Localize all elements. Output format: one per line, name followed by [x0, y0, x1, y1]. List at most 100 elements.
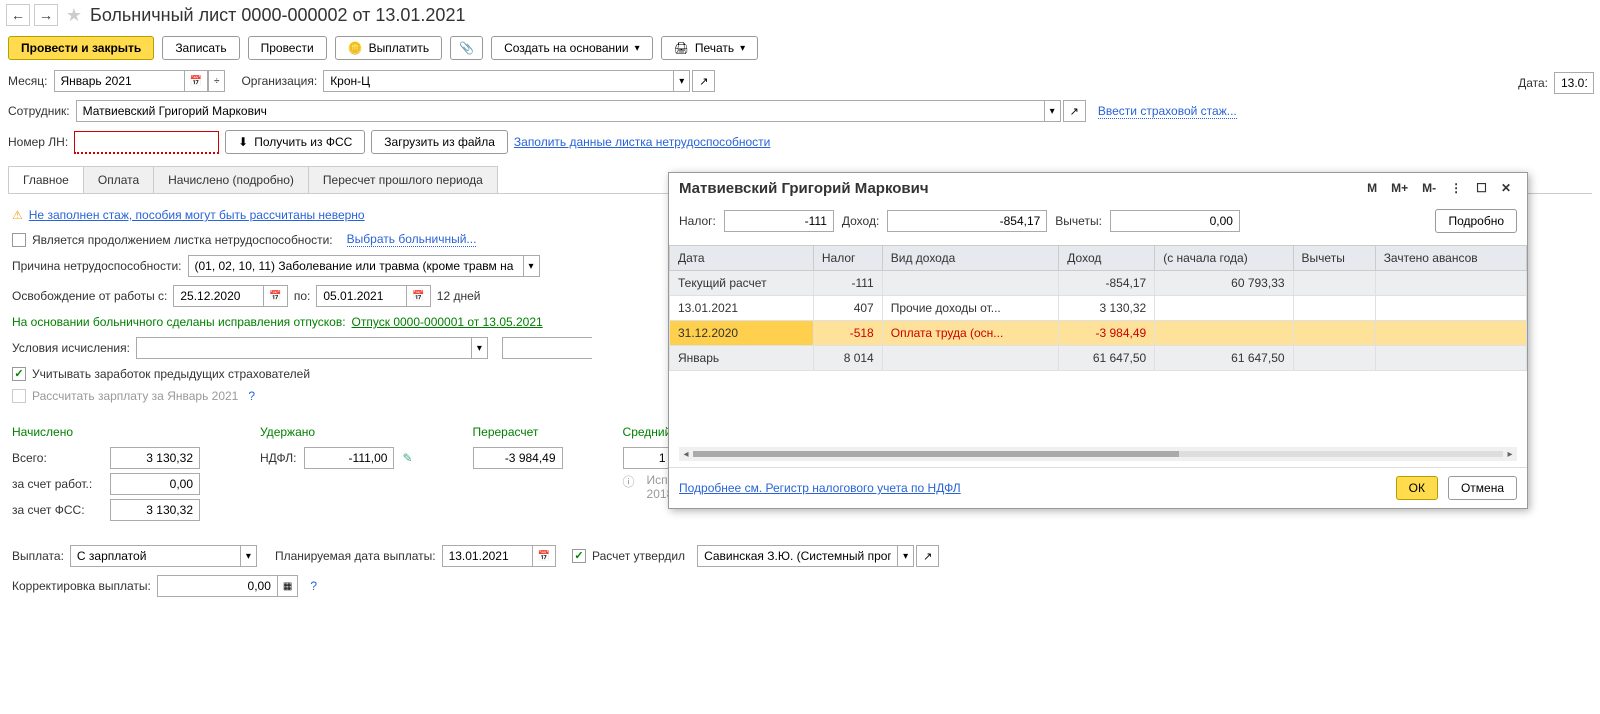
- approved-input[interactable]: [697, 545, 897, 567]
- payment-input[interactable]: [70, 545, 240, 567]
- org-open-button[interactable]: ↗: [692, 70, 715, 92]
- payment-dropdown[interactable]: ▾: [240, 545, 257, 567]
- paperclip-icon: 📎: [459, 41, 474, 55]
- table-row[interactable]: 31.12.2020-518Оплата труда (осн...-3 984…: [670, 321, 1527, 346]
- fss-value[interactable]: [110, 499, 200, 521]
- post-button[interactable]: Провести: [248, 36, 327, 60]
- calc-cond-input[interactable]: [136, 337, 471, 359]
- download-icon: ⬇: [238, 135, 248, 149]
- release-to-calendar[interactable]: 📅: [406, 285, 430, 307]
- back-button[interactable]: ←: [6, 4, 30, 26]
- tab-payment[interactable]: Оплата: [83, 166, 154, 193]
- save-button[interactable]: Записать: [162, 36, 239, 60]
- withheld-header: Удержано: [260, 425, 413, 439]
- ln-input[interactable]: [74, 131, 219, 154]
- approved-checkbox[interactable]: [572, 549, 586, 563]
- popup-register-link[interactable]: Подробнее см. Регистр налогового учета п…: [679, 481, 961, 495]
- month-calendar-button[interactable]: 📅: [184, 70, 208, 92]
- popup-col-header[interactable]: Вычеты: [1293, 246, 1375, 271]
- choose-sick-link[interactable]: Выбрать больничный...: [347, 232, 477, 247]
- employee-dropdown[interactable]: ▾: [1044, 100, 1061, 122]
- month-stepper[interactable]: ÷: [208, 70, 226, 92]
- popup-h-scrollbar[interactable]: ◂▸: [679, 447, 1517, 461]
- close-icon[interactable]: ✕: [1495, 179, 1517, 197]
- calc-cond-dropdown[interactable]: ▾: [471, 337, 488, 359]
- recalc-salary-label: Рассчитать зарплату за Январь 2021: [32, 389, 238, 403]
- popup-col-header[interactable]: Дата: [670, 246, 814, 271]
- basis-link[interactable]: Отпуск 0000-000001 от 13.05.2021: [352, 315, 543, 329]
- post-close-button[interactable]: Провести и закрыть: [8, 36, 154, 60]
- cell: -111: [813, 271, 882, 296]
- help-icon[interactable]: ?: [248, 389, 255, 403]
- release-to-input[interactable]: [316, 285, 406, 307]
- release-from-input[interactable]: [173, 285, 263, 307]
- fill-data-link[interactable]: Заполить данные листка нетрудоспособност…: [514, 135, 770, 149]
- memory-m-button[interactable]: M: [1361, 179, 1383, 197]
- popup-income-input[interactable]: [887, 210, 1047, 232]
- cell: [1293, 321, 1375, 346]
- favorite-icon[interactable]: ★: [62, 5, 86, 26]
- popup-tax-input[interactable]: [724, 210, 834, 232]
- info-icon: ⓘ: [623, 473, 635, 490]
- planned-date-calendar[interactable]: 📅: [532, 545, 556, 567]
- correction-help-icon[interactable]: ?: [310, 579, 317, 593]
- attach-button[interactable]: 📎: [450, 36, 483, 60]
- pay-button[interactable]: 🪙Выплатить: [335, 36, 442, 60]
- popup-col-header[interactable]: (с начала года): [1155, 246, 1293, 271]
- employer-value[interactable]: [110, 473, 200, 495]
- continuation-checkbox[interactable]: [12, 233, 26, 247]
- release-to-label: по:: [294, 289, 311, 303]
- popup-col-header[interactable]: Вид дохода: [882, 246, 1059, 271]
- popup-col-header[interactable]: Налог: [813, 246, 882, 271]
- correction-calc-button[interactable]: ▦: [277, 575, 298, 597]
- popup-ok-button[interactable]: ОК: [1396, 476, 1438, 500]
- popup-deduct-input[interactable]: [1110, 210, 1240, 232]
- popup-col-header[interactable]: Доход: [1059, 246, 1155, 271]
- print-button[interactable]: 🖨 Печать: [661, 36, 759, 60]
- memory-mminus-button[interactable]: M-: [1416, 179, 1442, 197]
- date-input[interactable]: [1554, 72, 1594, 94]
- org-label: Организация:: [241, 74, 317, 88]
- table-row[interactable]: 13.01.2021407Прочие доходы от...3 130,32: [670, 296, 1527, 321]
- enter-insurance-link[interactable]: Ввести страховой стаж...: [1098, 104, 1237, 119]
- cell: -518: [813, 321, 882, 346]
- employee-input[interactable]: [76, 100, 1044, 122]
- recalc-value[interactable]: [473, 447, 563, 469]
- table-row[interactable]: Январь8 01461 647,5061 647,50: [670, 346, 1527, 371]
- popup-details-button[interactable]: Подробно: [1435, 209, 1517, 233]
- reason-dropdown[interactable]: ▾: [523, 255, 540, 277]
- employee-label: Сотрудник:: [8, 104, 70, 118]
- month-label: Месяц:: [8, 74, 48, 88]
- warning-link[interactable]: Не заполнен стаж, пособия могут быть рас…: [29, 208, 365, 222]
- memory-mplus-button[interactable]: M+: [1385, 179, 1414, 197]
- month-input[interactable]: [54, 70, 184, 92]
- employee-open-button[interactable]: ↗: [1063, 100, 1086, 122]
- load-file-button[interactable]: Загрузить из файла: [371, 130, 508, 154]
- org-dropdown[interactable]: ▾: [673, 70, 690, 92]
- cell: [1375, 321, 1526, 346]
- tab-recalc[interactable]: Пересчет прошлого периода: [308, 166, 498, 193]
- release-from-calendar[interactable]: 📅: [263, 285, 287, 307]
- tab-accrued[interactable]: Начислено (подробно): [153, 166, 309, 193]
- create-based-button[interactable]: Создать на основании: [491, 36, 653, 60]
- popup-cancel-button[interactable]: Отмена: [1448, 476, 1517, 500]
- tab-main[interactable]: Главное: [8, 166, 84, 193]
- more-icon[interactable]: ⋮: [1444, 179, 1468, 197]
- edit-ndfl-icon[interactable]: ✎: [402, 451, 412, 465]
- org-input[interactable]: [323, 70, 673, 92]
- popup-col-header[interactable]: Зачтено авансов: [1375, 246, 1526, 271]
- total-value[interactable]: [110, 447, 200, 469]
- table-row[interactable]: Текущий расчет-111-854,1760 793,33: [670, 271, 1527, 296]
- correction-input[interactable]: [157, 575, 277, 597]
- calc-cond-extra[interactable]: [502, 337, 592, 359]
- forward-button[interactable]: →: [34, 4, 58, 26]
- ndfl-value[interactable]: [304, 447, 394, 469]
- planned-date-input[interactable]: [442, 545, 532, 567]
- prev-insurers-checkbox[interactable]: [12, 367, 26, 381]
- approved-dropdown[interactable]: ▾: [897, 545, 914, 567]
- maximize-icon[interactable]: ☐: [1470, 179, 1493, 197]
- reason-input[interactable]: [188, 255, 523, 277]
- cell: 8 014: [813, 346, 882, 371]
- approved-open-button[interactable]: ↗: [916, 545, 939, 567]
- get-fss-button[interactable]: ⬇ Получить из ФСС: [225, 130, 365, 154]
